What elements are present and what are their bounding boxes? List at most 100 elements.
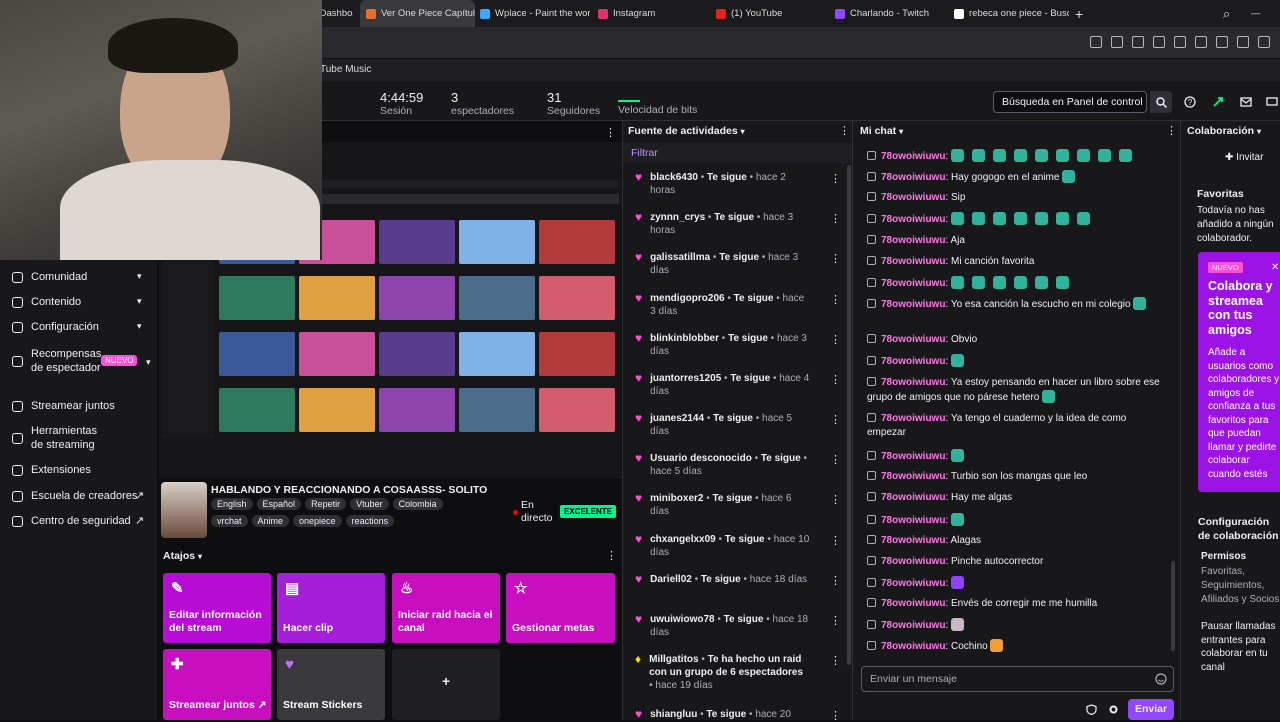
mod-action-icon[interactable] <box>867 515 876 524</box>
browser-tab[interactable]: Ver One Piece Capítul✕ <box>360 0 475 27</box>
activity-item[interactable]: ♥ black6430 • Te sigue • hace 2 horas ⋮ <box>635 171 845 197</box>
collab-title[interactable]: Colaboración ▾ <box>1187 125 1261 137</box>
chevron-down-icon[interactable]: ▾ <box>146 357 151 368</box>
browser-tab[interactable]: Instagram <box>598 0 708 27</box>
activity-item[interactable]: ♥ Usuario desconocido • Te sigue • hace 5… <box>635 452 845 478</box>
sidebar-item[interactable]: Recompensas de espectador <box>12 347 101 375</box>
activity-menu-icon[interactable]: ⋮ <box>830 614 841 627</box>
activity-item[interactable]: ♥ miniboxer2 • Te sigue • hace 6 días ⋮ <box>635 492 845 518</box>
sidebar-item[interactable]: Streamear juntos <box>12 400 115 412</box>
mod-action-icon[interactable] <box>867 214 876 223</box>
shield-icon[interactable] <box>1086 704 1097 715</box>
mod-action-icon[interactable] <box>867 556 876 565</box>
activity-menu-icon[interactable]: ⋮ <box>830 172 841 185</box>
activity-item[interactable]: ♥ chxangelxx09 • Te sigue • hace 10 días ⋮ <box>635 533 845 559</box>
stream-tag[interactable]: vrchat <box>211 515 248 527</box>
activity-menu-icon[interactable]: ⋮ <box>830 574 841 587</box>
chat-username[interactable]: 78owoiwiuwu <box>881 492 945 503</box>
activity-menu-icon[interactable]: ⋮ <box>839 124 850 137</box>
shortcut-tile[interactable]: ▤ Hacer clip <box>277 573 385 643</box>
heart-icon[interactable] <box>1174 36 1186 48</box>
extension-icon[interactable] <box>1237 36 1249 48</box>
stream-tag[interactable]: Colombia <box>392 498 443 510</box>
extension-icon[interactable] <box>1212 96 1224 108</box>
mod-action-icon[interactable] <box>867 492 876 501</box>
activity-menu-icon[interactable]: ⋮ <box>830 453 841 466</box>
chat-title[interactable]: Mi chat ▾ <box>860 125 903 137</box>
mod-action-icon[interactable] <box>867 299 876 308</box>
browser-tab[interactable]: rebeca one piece - Buscar <box>954 0 1069 27</box>
download-icon[interactable] <box>1195 36 1207 48</box>
play-icon[interactable] <box>1153 36 1165 48</box>
activity-item[interactable]: ♥ blinkinblobber • Te sigue • hace 3 días… <box>635 332 845 358</box>
bookmark-item[interactable]: Tube Music <box>320 64 371 75</box>
stream-tag[interactable]: English <box>211 498 253 510</box>
sidebar-item[interactable]: Extensiones <box>12 464 91 476</box>
activity-feed-title[interactable]: Fuente de actividades ▾ <box>628 125 745 137</box>
mod-action-icon[interactable] <box>867 598 876 607</box>
chat-username[interactable]: 78owoiwiuwu <box>881 278 945 289</box>
sidebar-item[interactable]: Centro de seguridad <box>12 515 131 527</box>
shortcut-tile[interactable]: ♨ Iniciar raid hacia el canal <box>392 573 500 643</box>
activity-menu-icon[interactable]: ⋮ <box>830 373 841 386</box>
shield-icon[interactable] <box>1132 36 1144 48</box>
mod-action-icon[interactable] <box>867 151 876 160</box>
mod-action-icon[interactable] <box>867 192 876 201</box>
chat-input[interactable]: Enviar un mensaje <box>861 666 1174 692</box>
chat-username[interactable]: 78owoiwiuwu <box>881 334 945 345</box>
search-button[interactable] <box>1150 91 1172 113</box>
invite-button[interactable]: ✚ Invitar <box>1225 152 1263 163</box>
activity-scrollbar[interactable] <box>847 165 851 665</box>
activity-menu-icon[interactable]: ⋮ <box>830 534 841 547</box>
chat-username[interactable]: 78owoiwiuwu <box>881 471 945 482</box>
preview-menu-icon[interactable]: ⋮ <box>605 126 616 139</box>
chat-username[interactable]: 78owoiwiuwu <box>881 192 945 203</box>
menu-icon[interactable] <box>1216 36 1228 48</box>
chat-username[interactable]: 78owoiwiuwu <box>881 377 945 388</box>
chat-username[interactable]: 78owoiwiuwu <box>881 578 945 589</box>
shortcut-tile[interactable]: ✎ Editar información del stream <box>163 573 271 643</box>
chat-scrollbar[interactable] <box>1171 561 1175 651</box>
activity-filter-button[interactable]: Filtrar <box>631 147 658 159</box>
chat-username[interactable]: 78owoiwiuwu <box>881 172 945 183</box>
camera-icon[interactable] <box>1111 36 1123 48</box>
activity-menu-icon[interactable]: ⋮ <box>830 413 841 426</box>
activity-menu-icon[interactable]: ⋮ <box>830 333 841 346</box>
stream-tag[interactable]: Vtuber <box>350 498 389 510</box>
activity-item[interactable]: ♥ shiangluu • Te sigue • hace 20 ⋮ <box>635 708 845 722</box>
mod-action-icon[interactable] <box>867 641 876 650</box>
stream-tag[interactable]: reactions <box>345 515 395 527</box>
browser-tab[interactable]: Charlando - Twitch <box>835 0 945 27</box>
chat-username[interactable]: 78owoiwiuwu <box>881 535 945 546</box>
activity-item[interactable]: ♥ juantorres1205 • Te sigue • hace 4 días… <box>635 372 845 398</box>
shortcuts-title[interactable]: Atajos ▾ <box>163 550 202 562</box>
mod-action-icon[interactable] <box>867 578 876 587</box>
whisper-icon[interactable] <box>1266 96 1278 108</box>
sidebar-item[interactable]: Configuración <box>12 321 99 333</box>
pause-calls-text[interactable]: Pausar llamadas entrantes para colaborar… <box>1201 620 1280 674</box>
mod-action-icon[interactable] <box>867 172 876 181</box>
mod-action-icon[interactable] <box>867 377 876 386</box>
mod-action-icon[interactable] <box>867 535 876 544</box>
activity-item[interactable]: ♥ galissatillma • Te sigue • hace 3 días ⋮ <box>635 251 845 277</box>
dashboard-search-input[interactable]: Búsqueda en Panel de control <box>993 91 1147 113</box>
shortcut-tile[interactable]: ☆ Gestionar metas <box>506 573 615 643</box>
mail-icon[interactable] <box>1240 96 1252 108</box>
shortcut-tile[interactable]: + <box>392 649 500 720</box>
chat-username[interactable]: 78owoiwiuwu <box>881 641 945 652</box>
activity-menu-icon[interactable]: ⋮ <box>830 212 841 225</box>
mod-action-icon[interactable] <box>867 413 876 422</box>
mod-action-icon[interactable] <box>867 278 876 287</box>
activity-menu-icon[interactable]: ⋮ <box>830 709 841 722</box>
minimize-button[interactable]: — <box>1251 0 1261 27</box>
stream-tag[interactable]: Español <box>256 498 302 510</box>
browser-tab[interactable]: Wplace - Paint the world <box>480 0 590 27</box>
chat-menu-icon[interactable]: ⋮ <box>1166 124 1177 137</box>
mod-action-icon[interactable] <box>867 334 876 343</box>
shortcut-tile[interactable]: ✚ Streamear juntos ↗ <box>163 649 271 720</box>
mod-action-icon[interactable] <box>867 356 876 365</box>
activity-item[interactable]: ♦ Millgatitos • Te ha hecho un raid con u… <box>635 653 845 692</box>
help-icon[interactable]: ? <box>1184 96 1196 108</box>
chat-username[interactable]: 78owoiwiuwu <box>881 598 945 609</box>
shortcuts-menu-icon[interactable]: ⋮ <box>606 549 617 562</box>
